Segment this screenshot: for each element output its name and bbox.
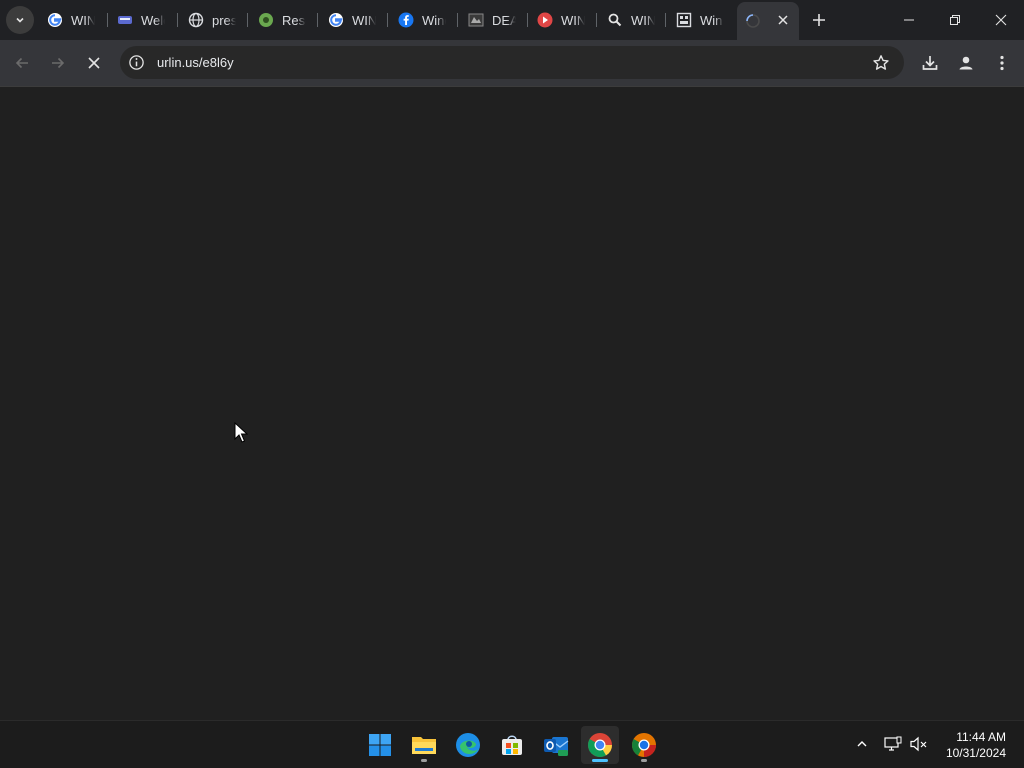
tab-title: Reso	[282, 12, 306, 28]
taskbar-edge[interactable]	[449, 726, 487, 764]
tab-title: Win	[700, 12, 723, 28]
tab-title: DEA	[492, 12, 516, 28]
site-icon	[258, 12, 274, 28]
tab-separator	[247, 13, 248, 27]
taskbar-chrome-canary[interactable]	[625, 726, 663, 764]
google-icon	[47, 12, 63, 28]
active-indicator	[592, 759, 608, 762]
restore-icon	[950, 15, 960, 25]
taskbar-file-explorer[interactable]	[405, 726, 443, 764]
arrow-left-icon	[15, 57, 28, 69]
tab-separator	[665, 13, 666, 27]
tab-2[interactable]: Welc	[117, 6, 165, 34]
tab-5[interactable]: WIN	[328, 6, 376, 34]
running-indicator	[421, 759, 427, 762]
tab-separator	[527, 13, 528, 27]
tab-separator	[317, 13, 318, 27]
search-icon	[607, 12, 623, 28]
stop-loading-button[interactable]	[80, 49, 108, 77]
running-indicator	[641, 759, 647, 762]
tab-title: WIN	[631, 12, 655, 28]
outlook-icon	[544, 737, 569, 756]
tab-separator	[596, 13, 597, 27]
tab-title: WIN	[561, 12, 585, 28]
facebook-icon	[398, 12, 414, 28]
chrome-canary-icon	[632, 733, 656, 757]
profile-button[interactable]	[955, 52, 977, 74]
download-icon	[922, 56, 938, 70]
plus-icon	[813, 14, 825, 26]
close-icon	[995, 14, 1007, 26]
mouse-cursor-icon	[234, 422, 248, 443]
taskbar-clock[interactable]: 11:44 AM 10/31/2024	[946, 729, 1006, 761]
tab-separator	[387, 13, 388, 27]
new-tab-button[interactable]	[806, 6, 832, 34]
tab-close-button[interactable]	[774, 11, 792, 29]
back-button[interactable]	[8, 49, 36, 77]
tab-1[interactable]: WIN	[47, 6, 95, 34]
profile-avatar-icon	[959, 56, 973, 70]
taskbar-microsoft-store[interactable]	[493, 726, 531, 764]
tab-6[interactable]: Wind	[398, 6, 446, 34]
clock-date: 10/31/2024	[945, 746, 1006, 760]
close-icon	[778, 15, 788, 25]
loading-spinner-icon	[746, 14, 760, 28]
chrome-icon	[588, 733, 612, 758]
start-button[interactable]	[361, 726, 399, 764]
taskbar-chrome[interactable]	[581, 726, 619, 764]
downloads-button[interactable]	[919, 52, 941, 74]
arrow-right-icon	[52, 57, 65, 69]
volume-button[interactable]	[908, 733, 930, 755]
windows-start-icon	[369, 734, 391, 756]
tab-separator	[107, 13, 108, 27]
site-icon	[676, 12, 692, 28]
tab-4[interactable]: Reso	[258, 6, 306, 34]
taskbar: 11:44 AM 10/31/2024	[0, 720, 1024, 768]
tab-title: Wind	[422, 12, 446, 28]
taskbar-outlook[interactable]	[537, 726, 575, 764]
tab-separator	[457, 13, 458, 27]
more-vertical-icon	[1000, 55, 1004, 71]
tab-search-button[interactable]	[6, 6, 34, 34]
tab-title: pres	[212, 12, 236, 28]
clock-time: 11:44 AM	[956, 730, 1006, 744]
site-info-icon[interactable]	[128, 54, 145, 71]
tab-title: WIN	[71, 12, 95, 28]
bookmark-star-icon[interactable]	[872, 54, 890, 72]
network-icon	[884, 736, 902, 751]
store-bag-icon	[502, 735, 522, 755]
tab-10[interactable]: Win	[676, 6, 724, 34]
edge-icon	[456, 733, 480, 757]
tab-strip: WIN Welc pres Reso WIN Wind	[0, 0, 1024, 40]
tab-8[interactable]: WIN	[537, 6, 585, 34]
volume-muted-icon	[910, 736, 927, 752]
chevron-up-icon	[857, 741, 867, 747]
tab-7[interactable]: DEA	[468, 6, 516, 34]
tab-title: WIN	[352, 12, 376, 28]
browser-toolbar: urlin.us/e8l6y	[0, 40, 1024, 87]
close-window-button[interactable]	[978, 0, 1024, 40]
minimize-button[interactable]	[886, 0, 932, 40]
site-icon	[468, 12, 484, 28]
folder-icon	[412, 737, 436, 754]
globe-icon	[188, 12, 204, 28]
address-bar[interactable]: urlin.us/e8l6y	[120, 46, 904, 79]
page-viewport	[0, 87, 1024, 720]
tab-3[interactable]: pres	[188, 6, 236, 34]
restore-button[interactable]	[932, 0, 978, 40]
tab-separator	[177, 13, 178, 27]
minimize-icon	[904, 19, 914, 21]
close-icon	[88, 57, 100, 69]
forward-button[interactable]	[44, 49, 72, 77]
chevron-down-icon	[16, 17, 24, 23]
site-icon	[537, 12, 553, 28]
tab-title: Welc	[141, 12, 165, 28]
site-icon	[117, 12, 133, 28]
address-url: urlin.us/e8l6y	[157, 55, 234, 70]
browser-menu-button[interactable]	[991, 52, 1013, 74]
network-button[interactable]	[882, 733, 904, 755]
show-hidden-icons-button[interactable]	[851, 733, 873, 755]
tab-9[interactable]: WIN	[607, 6, 655, 34]
google-icon	[328, 12, 344, 28]
